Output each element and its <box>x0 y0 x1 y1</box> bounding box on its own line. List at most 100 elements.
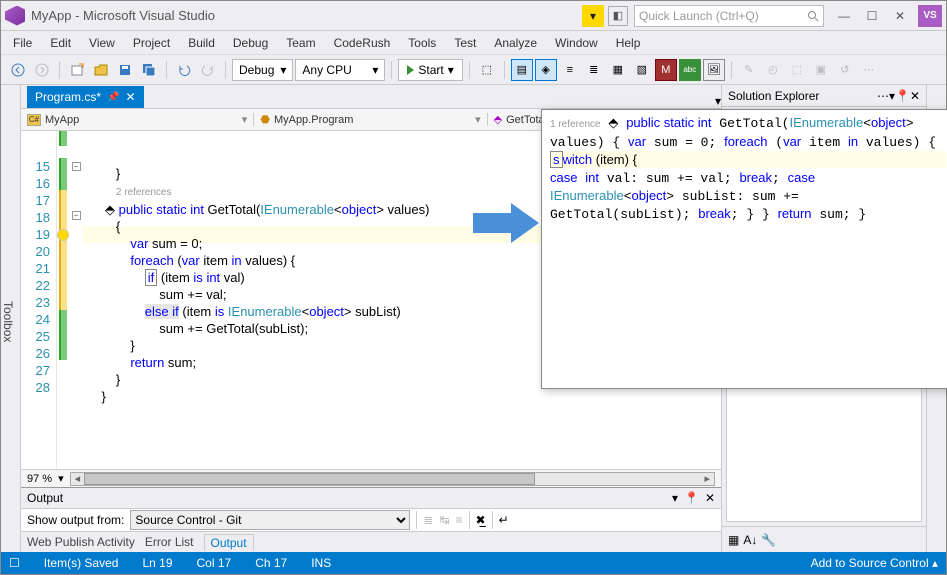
output-title: Output <box>27 491 63 505</box>
prop-wrench-icon[interactable]: 🔧 <box>761 533 776 547</box>
prop-az-icon[interactable]: A↓ <box>743 533 757 547</box>
output-wrap-icon[interactable]: ↵ <box>499 513 509 527</box>
class-icon: ⬣ <box>260 113 270 126</box>
close-tab-icon[interactable]: ✕ <box>125 90 135 104</box>
redo-button[interactable] <box>197 59 219 81</box>
fold-toggle[interactable]: − <box>72 162 81 171</box>
output-tool-1[interactable]: ≣ <box>423 513 433 527</box>
output-pin-icon[interactable]: 📍 <box>684 491 699 505</box>
change-marks <box>57 131 69 469</box>
se-pin-icon[interactable]: 📍 <box>895 89 910 103</box>
feedback-flag-icon[interactable]: ▾ <box>582 5 604 27</box>
menu-help[interactable]: Help <box>608 34 649 52</box>
line-numbers: 1516171819202122232425262728 <box>21 131 57 469</box>
menu-team[interactable]: Team <box>278 34 323 52</box>
se-close-icon[interactable]: ✕ <box>910 89 920 103</box>
properties-toolbar: ▦ A↓ 🔧 <box>722 526 926 552</box>
maximize-button[interactable]: ☐ <box>858 4 886 28</box>
menu-debug[interactable]: Debug <box>225 34 276 52</box>
window-title: MyApp - Microsoft Visual Studio <box>31 8 215 23</box>
fold-toggle[interactable]: − <box>72 211 81 220</box>
toolbar-dim-2[interactable]: ◴ <box>762 59 784 81</box>
toolbar-dim-6[interactable]: ⋯ <box>858 59 880 81</box>
status-bar: ☐ Item(s) Saved Ln 19 Col 17 Ch 17 INS A… <box>1 552 946 574</box>
tab-output[interactable]: Output <box>204 534 254 551</box>
save-all-button[interactable] <box>138 59 160 81</box>
quick-launch-input[interactable]: Quick Launch (Ctrl+Q) <box>634 5 824 27</box>
editor-main: Program.cs* 📌 ✕ ▾ C#MyApp▾ ⬣MyApp.Progra… <box>21 85 721 552</box>
indent-icon[interactable]: ≡ <box>559 59 581 81</box>
config-dropdown[interactable]: Debug▾ <box>232 59 293 81</box>
output-clear-icon[interactable]: ✖̲ <box>476 513 486 527</box>
menu-window[interactable]: Window <box>547 34 606 52</box>
nav-project[interactable]: C#MyApp▾ <box>21 113 254 126</box>
notification-icon[interactable]: ◧ <box>608 6 628 26</box>
play-icon <box>407 65 414 75</box>
pin-icon[interactable]: 📌 <box>107 92 119 103</box>
toolbar-abc-icon[interactable]: abc <box>679 59 701 81</box>
output-dropdown-icon[interactable]: ▾ <box>672 491 678 505</box>
menu-build[interactable]: Build <box>180 34 223 52</box>
content-area: Toolbox Program.cs* 📌 ✕ ▾ C#MyApp▾ ⬣MyAp… <box>1 85 946 552</box>
menu-test[interactable]: Test <box>446 34 484 52</box>
menu-view[interactable]: View <box>81 34 123 52</box>
file-tab[interactable]: Program.cs* 📌 ✕ <box>27 86 144 108</box>
toolbar-icon-1[interactable]: ⬚ <box>476 59 498 81</box>
output-tool-3[interactable]: ≡ <box>456 513 463 527</box>
outdent-icon[interactable]: ≣ <box>583 59 605 81</box>
start-debug-button[interactable]: Start▾ <box>398 59 462 81</box>
quick-launch-placeholder: Quick Launch (Ctrl+Q) <box>639 9 759 23</box>
show-output-select[interactable]: Source Control - Git <box>130 510 410 530</box>
open-file-button[interactable] <box>90 59 112 81</box>
tab-web-publish[interactable]: Web Publish Activity <box>27 535 135 549</box>
menu-project[interactable]: Project <box>125 34 178 52</box>
toolbar-image-icon[interactable]: 🖼 <box>703 59 725 81</box>
vs-account-badge[interactable]: VS <box>918 5 942 27</box>
horizontal-scrollbar[interactable]: ◂ ▸ <box>70 472 715 486</box>
toolbar-dim-5[interactable]: ↺ <box>834 59 856 81</box>
file-tab-label: Program.cs* <box>35 90 101 104</box>
search-icon <box>807 10 819 22</box>
se-menu-icon[interactable]: ⋯ <box>877 89 889 103</box>
save-button[interactable] <box>114 59 136 81</box>
output-close-icon[interactable]: ✕ <box>705 491 715 505</box>
toolbar-dim-3[interactable]: ⬚ <box>786 59 808 81</box>
zoom-level[interactable]: 97 % <box>27 473 52 485</box>
minimize-button[interactable]: — <box>830 4 858 28</box>
menu-coderush[interactable]: CodeRush <box>326 34 399 52</box>
status-ch: Ch 17 <box>255 556 287 570</box>
tab-error-list[interactable]: Error List <box>145 535 194 549</box>
status-source-control[interactable]: Add to Source Control ▴ <box>811 556 938 570</box>
main-toolbar: Debug▾ Any CPU▾ Start▾ ⬚ ▤ ◈ ≡ ≣ ▦ ▧ M a… <box>1 55 946 85</box>
toolbar-highlight-1[interactable]: ▤ <box>511 59 533 81</box>
nav-forward-button[interactable] <box>31 59 53 81</box>
lightbulb-icon[interactable] <box>57 229 69 241</box>
new-project-button[interactable] <box>66 59 88 81</box>
toolbar-dim-1[interactable]: ✎ <box>738 59 760 81</box>
solution-explorer-title: Solution Explorer <box>728 89 819 103</box>
toolbar-highlight-2[interactable]: ◈ <box>535 59 557 81</box>
vs-logo-icon <box>5 6 25 26</box>
menu-tools[interactable]: Tools <box>400 34 444 52</box>
show-output-label: Show output from: <box>27 513 124 527</box>
method-icon: ⬘ <box>494 113 502 126</box>
uncomment-icon[interactable]: ▧ <box>631 59 653 81</box>
prop-cat-icon[interactable]: ▦ <box>728 533 739 547</box>
nav-class[interactable]: ⬣MyApp.Program▾ <box>254 113 487 126</box>
toolbox-tab[interactable]: Toolbox <box>1 85 21 552</box>
output-tool-2[interactable]: ↹ <box>439 513 449 527</box>
document-tabs: Program.cs* 📌 ✕ ▾ <box>21 85 721 109</box>
status-ins: INS <box>311 556 331 570</box>
platform-dropdown[interactable]: Any CPU▾ <box>295 59 385 81</box>
comment-icon[interactable]: ▦ <box>607 59 629 81</box>
codelens-references[interactable]: 2 references <box>116 187 172 198</box>
nav-back-button[interactable] <box>7 59 29 81</box>
toolbar-dim-4[interactable]: ▣ <box>810 59 832 81</box>
menu-analyze[interactable]: Analyze <box>486 34 545 52</box>
toolbar-m-icon[interactable]: M <box>655 59 677 81</box>
close-button[interactable]: ✕ <box>886 4 914 28</box>
menu-file[interactable]: File <box>5 34 40 52</box>
menu-edit[interactable]: Edit <box>42 34 79 52</box>
undo-button[interactable] <box>173 59 195 81</box>
popup-codelens[interactable]: 1 reference <box>550 119 601 130</box>
